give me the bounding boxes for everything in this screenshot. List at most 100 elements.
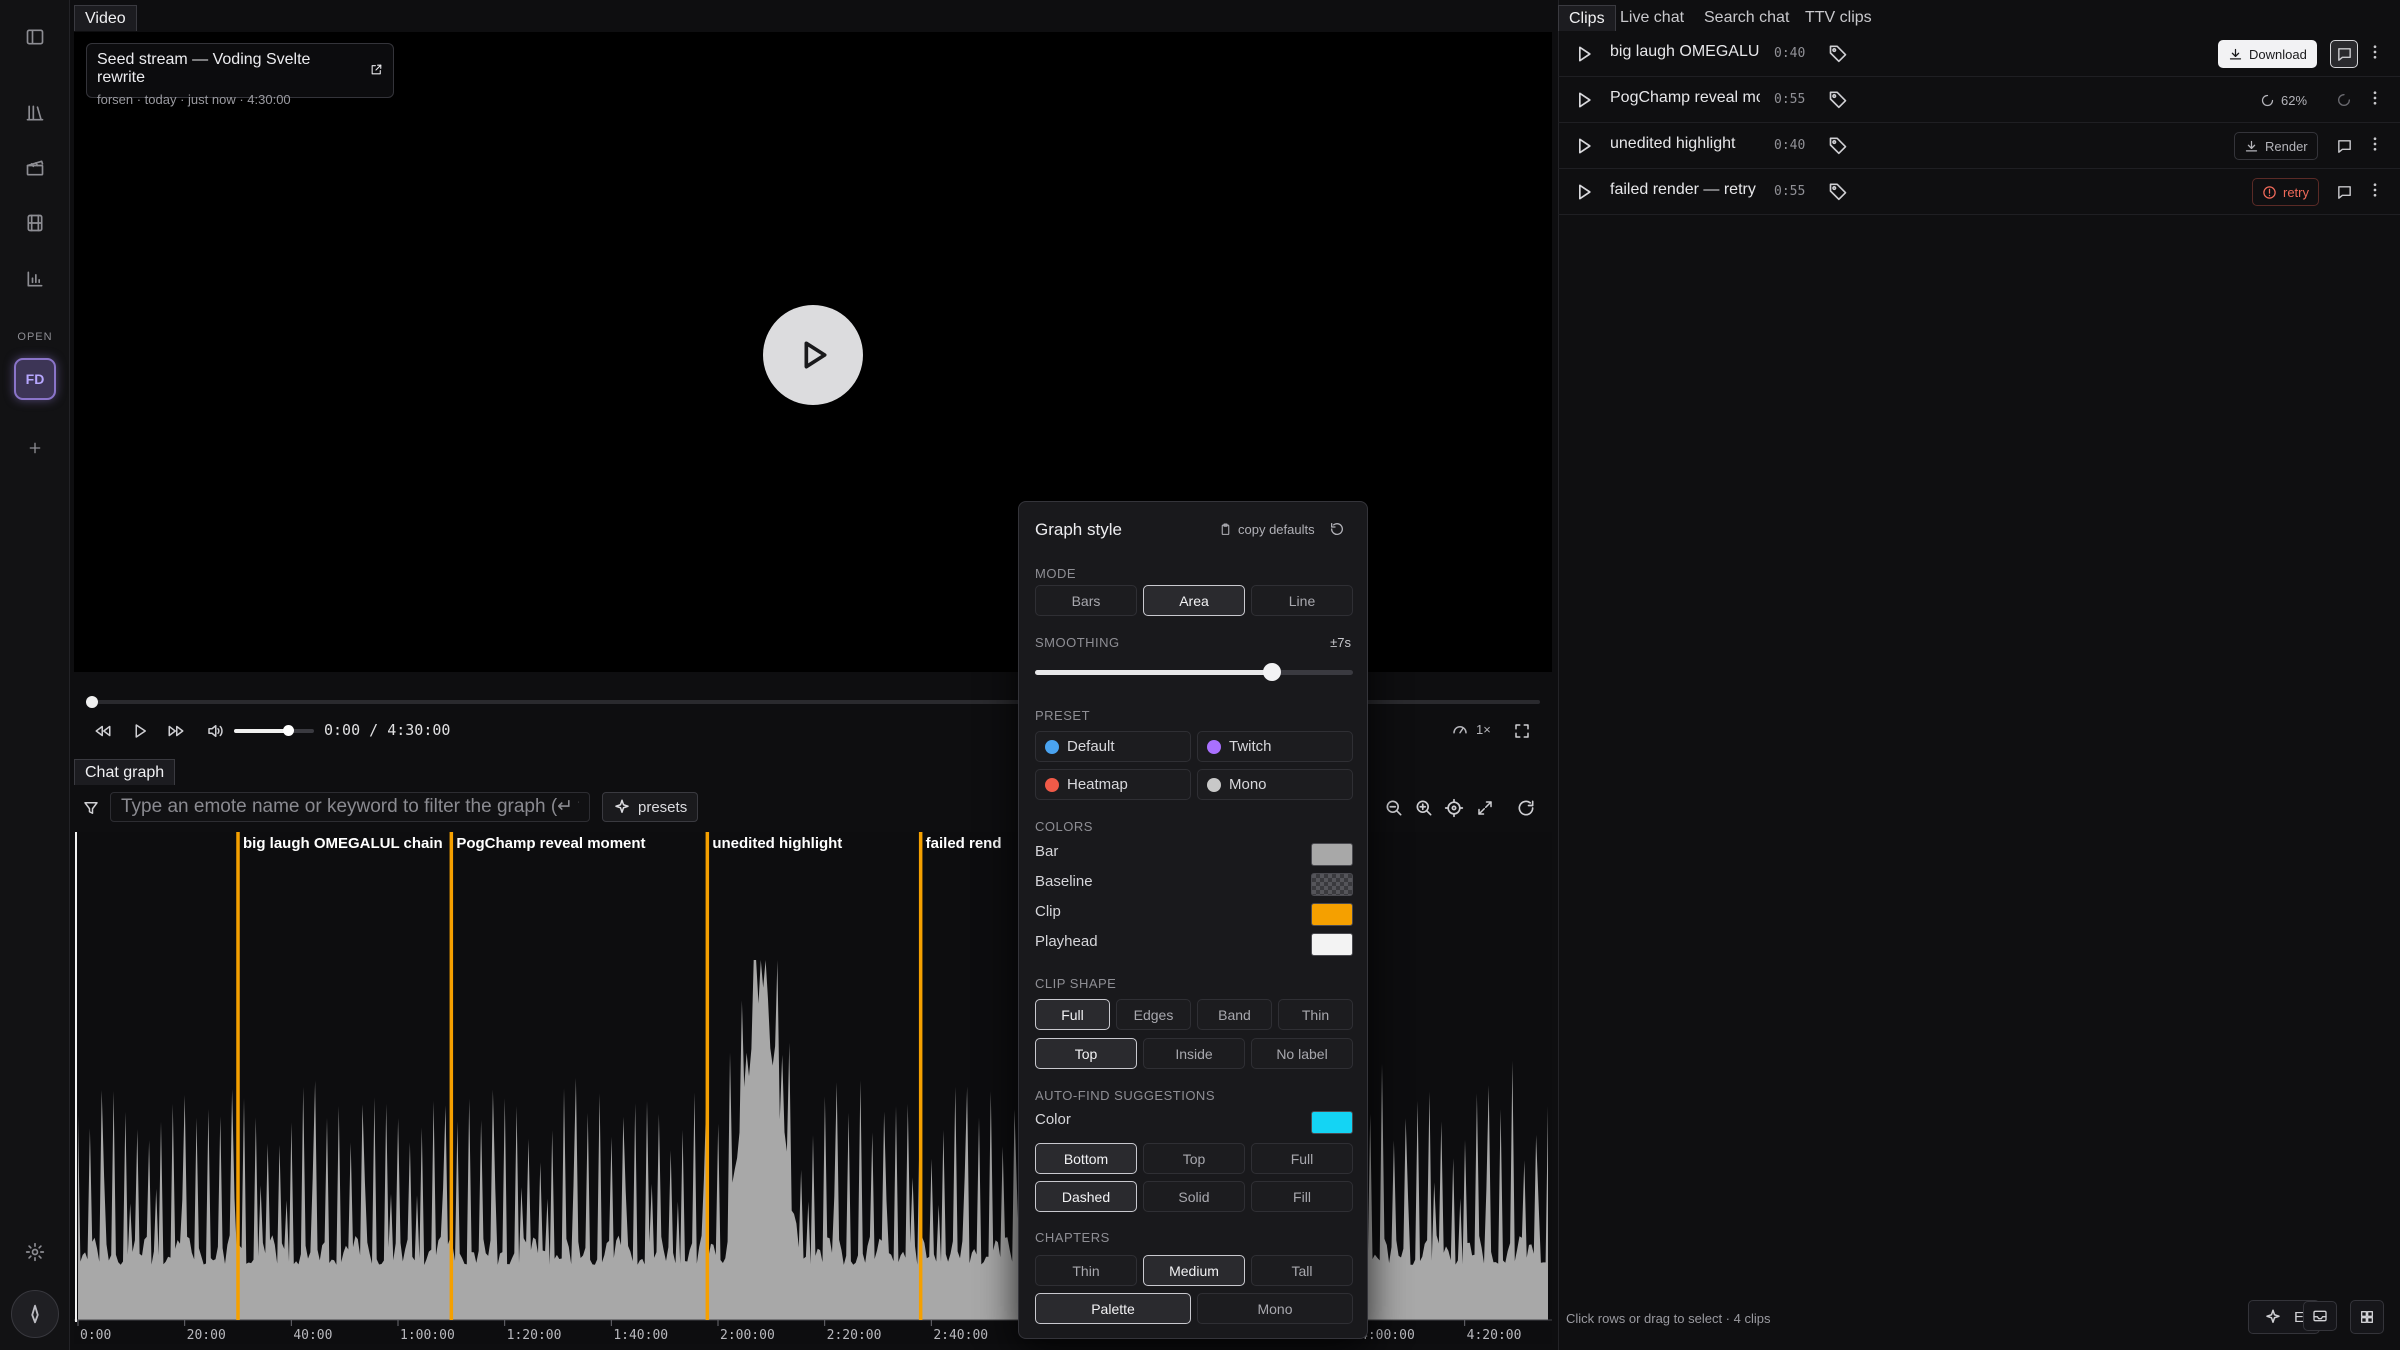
tab-ttv-clips[interactable]: TTV clips bbox=[1795, 5, 1882, 31]
fullscreen-icon[interactable] bbox=[1513, 720, 1531, 742]
color-swatch-bar[interactable] bbox=[1311, 843, 1353, 866]
more-icon[interactable] bbox=[2366, 180, 2384, 200]
refresh-icon[interactable] bbox=[1515, 797, 1537, 819]
play-icon[interactable] bbox=[1574, 182, 1594, 202]
clip-shape-thin[interactable]: Thin bbox=[1278, 999, 1353, 1030]
library-icon[interactable] bbox=[19, 97, 51, 129]
volume-fill bbox=[234, 729, 289, 733]
chapter-size-thin[interactable]: Thin bbox=[1035, 1255, 1137, 1286]
zoom-in-icon[interactable] bbox=[1413, 797, 1435, 819]
autofind-color-swatch[interactable] bbox=[1311, 1111, 1353, 1134]
chapter-color-palette[interactable]: Palette bbox=[1035, 1293, 1191, 1324]
presets-button[interactable]: presets bbox=[602, 792, 699, 822]
copy-defaults-button[interactable]: copy defaults bbox=[1219, 522, 1315, 537]
clip-row[interactable]: failed render — retry 0:55 retry bbox=[1558, 169, 2400, 215]
stats-icon[interactable] bbox=[19, 263, 51, 295]
smoothing-handle[interactable] bbox=[1262, 663, 1281, 681]
autofind-color-row: Color bbox=[1035, 1111, 1353, 1134]
inbox-icon[interactable] bbox=[2303, 1301, 2337, 1331]
label-position-no-label[interactable]: No label bbox=[1251, 1038, 1353, 1069]
chat-icon[interactable] bbox=[2330, 40, 2358, 68]
play-pause-icon[interactable] bbox=[131, 720, 149, 742]
clip-shape-edges[interactable]: Edges bbox=[1116, 999, 1191, 1030]
chat-icon[interactable] bbox=[2330, 132, 2358, 160]
time-display: 0:00 / 4:30:00 bbox=[324, 721, 451, 739]
download-button[interactable]: Download bbox=[2218, 40, 2317, 68]
smoothing-fill bbox=[1035, 670, 1272, 675]
label-position-inside[interactable]: Inside bbox=[1143, 1038, 1245, 1069]
autofind-style-fill[interactable]: Fill bbox=[1251, 1181, 1353, 1212]
clip-row[interactable]: unedited highlight 0:40 Render bbox=[1558, 123, 2400, 169]
fast-forward-icon[interactable] bbox=[165, 720, 187, 742]
rewind-icon[interactable] bbox=[92, 720, 114, 742]
tag-icon[interactable] bbox=[1828, 181, 1848, 201]
autofind-style-solid[interactable]: Solid bbox=[1143, 1181, 1245, 1212]
color-swatch-baseline[interactable] bbox=[1311, 873, 1353, 896]
tab-clips[interactable]: Clips bbox=[1558, 5, 1616, 31]
presets-label: presets bbox=[638, 798, 688, 816]
clip-shape-band[interactable]: Band bbox=[1197, 999, 1272, 1030]
mode-bars[interactable]: Bars bbox=[1035, 585, 1137, 616]
autofind-position-bottom[interactable]: Bottom bbox=[1035, 1143, 1137, 1174]
tab-video[interactable]: Video bbox=[74, 5, 137, 31]
reset-icon[interactable] bbox=[1329, 521, 1345, 537]
plus-icon[interactable] bbox=[19, 432, 51, 464]
seek-handle[interactable] bbox=[86, 696, 98, 708]
more-icon[interactable] bbox=[2366, 88, 2384, 108]
color-label: Baseline bbox=[1035, 873, 1093, 890]
sidebar-toggle-icon[interactable] bbox=[19, 21, 51, 53]
preset-twitch[interactable]: Twitch bbox=[1197, 731, 1353, 762]
tag-icon[interactable] bbox=[1828, 89, 1848, 109]
clip-shape-full[interactable]: Full bbox=[1035, 999, 1110, 1030]
label-position-top[interactable]: Top bbox=[1035, 1038, 1137, 1069]
color-swatch-playhead[interactable] bbox=[1311, 933, 1353, 956]
tab-live-chat[interactable]: Live chat bbox=[1610, 5, 1694, 31]
big-play-button[interactable] bbox=[763, 305, 863, 405]
play-icon[interactable] bbox=[1574, 44, 1594, 64]
open-project-avatar[interactable]: FD bbox=[14, 358, 56, 400]
play-icon[interactable] bbox=[1574, 136, 1594, 156]
clip-duration: 0:55 bbox=[1774, 92, 1806, 107]
tab-search-chat[interactable]: Search chat bbox=[1694, 5, 1799, 31]
tab-chat-graph[interactable]: Chat graph bbox=[74, 759, 176, 785]
volume-handle[interactable] bbox=[283, 725, 295, 736]
settings-icon[interactable] bbox=[19, 1236, 51, 1268]
zoom-out-icon[interactable] bbox=[1383, 797, 1405, 819]
speed-control[interactable]: 1× bbox=[1450, 720, 1491, 738]
more-icon[interactable] bbox=[2366, 134, 2384, 154]
volume-icon[interactable] bbox=[205, 720, 225, 742]
grid-icon[interactable] bbox=[2350, 1300, 2384, 1334]
render-button[interactable]: Render bbox=[2234, 132, 2318, 160]
color-swatch-clip[interactable] bbox=[1311, 903, 1353, 926]
spinner-icon bbox=[2330, 86, 2358, 114]
user-icon[interactable] bbox=[11, 1290, 59, 1338]
film-icon[interactable] bbox=[19, 207, 51, 239]
mode-area[interactable]: Area bbox=[1143, 585, 1245, 616]
clip-duration: 0:55 bbox=[1774, 184, 1806, 199]
tag-icon[interactable] bbox=[1828, 43, 1848, 63]
clapperboard-icon[interactable] bbox=[19, 152, 51, 184]
clip-row[interactable]: PogChamp reveal mc 0:55 62% bbox=[1558, 77, 2400, 123]
clip-duration: 0:40 bbox=[1774, 138, 1806, 153]
chat-icon[interactable] bbox=[2330, 178, 2358, 206]
external-link-icon[interactable] bbox=[370, 63, 383, 76]
tag-icon[interactable] bbox=[1828, 135, 1848, 155]
autofind-position-top[interactable]: Top bbox=[1143, 1143, 1245, 1174]
clip-row[interactable]: big laugh OMEGALUL 0:40 Download bbox=[1558, 31, 2400, 77]
filter-icon bbox=[82, 797, 100, 819]
preset-mono[interactable]: Mono bbox=[1197, 769, 1353, 800]
chapter-color-mono[interactable]: Mono bbox=[1197, 1293, 1353, 1324]
autofind-position-full[interactable]: Full bbox=[1251, 1143, 1353, 1174]
preset-heatmap[interactable]: Heatmap bbox=[1035, 769, 1191, 800]
crosshair-icon[interactable] bbox=[1443, 797, 1465, 819]
retry-button[interactable]: retry bbox=[2252, 178, 2319, 206]
more-icon[interactable] bbox=[2366, 42, 2384, 62]
chapter-size-medium[interactable]: Medium bbox=[1143, 1255, 1245, 1286]
expand-icon[interactable] bbox=[1474, 797, 1496, 819]
play-icon[interactable] bbox=[1574, 90, 1594, 110]
autofind-style-dashed[interactable]: Dashed bbox=[1035, 1181, 1137, 1212]
chapter-size-tall[interactable]: Tall bbox=[1251, 1255, 1353, 1286]
preset-default[interactable]: Default bbox=[1035, 731, 1191, 762]
graph-filter-input[interactable] bbox=[110, 792, 590, 822]
mode-line[interactable]: Line bbox=[1251, 585, 1353, 616]
